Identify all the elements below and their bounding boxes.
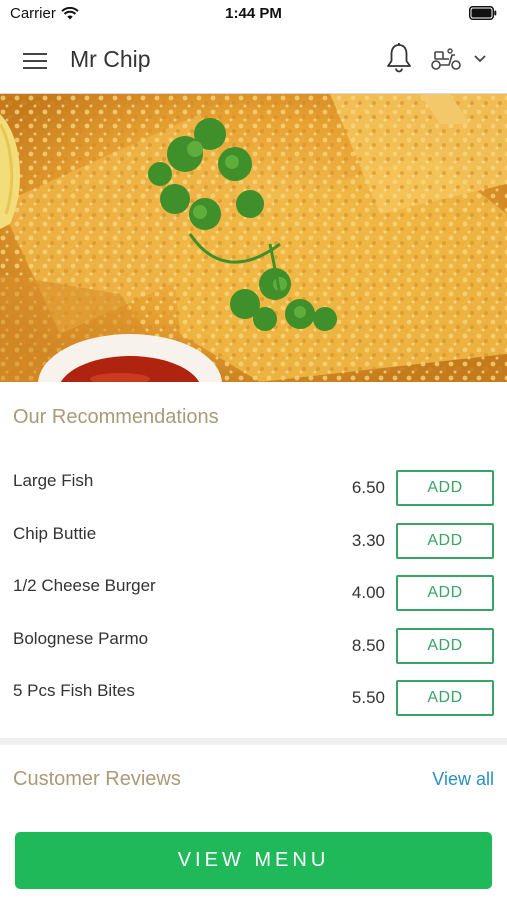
item-name: Large Fish — [13, 471, 94, 490]
item-price: 8.50 — [351, 635, 385, 655]
item-price: 3.30 — [351, 530, 385, 550]
battery-icon — [469, 6, 497, 25]
scooter-icon[interactable] — [430, 47, 462, 71]
item-price: 4.00 — [351, 583, 385, 602]
recommendations-list: Large Fish 6.50 ADD Chip Buttie 3.30 ADD… — [0, 462, 507, 725]
view-menu-button[interactable]: VIEW MENU — [15, 832, 492, 889]
list-item: Chip Buttie 3.30 ADD — [0, 515, 507, 568]
item-price: 6.50 — [351, 478, 385, 497]
reviews-title: Customer Reviews — [13, 768, 181, 790]
list-item: Bolognese Parmo 8.50 ADD — [0, 620, 507, 673]
menu-icon[interactable] — [22, 48, 48, 74]
hero-image — [0, 94, 507, 382]
item-name: 1/2 Cheese Burger — [13, 576, 156, 595]
bell-icon[interactable] — [385, 42, 413, 74]
list-item: Large Fish 6.50 ADD — [0, 462, 507, 515]
list-item: 5 Pcs Fish Bites 5.50 ADD — [0, 672, 507, 725]
status-time: 1:44 PM — [225, 5, 282, 22]
status-bar: Carrier 1:44 PM — [0, 0, 507, 28]
view-all-link[interactable]: View all — [432, 769, 494, 790]
add-button[interactable]: ADD — [396, 575, 494, 611]
item-name: 5 Pcs Fish Bites — [13, 681, 135, 700]
section-divider — [0, 738, 507, 745]
chevron-down-icon[interactable] — [472, 53, 488, 65]
page-title: Mr Chip — [70, 46, 151, 72]
add-button[interactable]: ADD — [396, 627, 494, 664]
list-item: 1/2 Cheese Burger 4.00 ADD — [0, 567, 507, 620]
add-button[interactable]: ADD — [396, 522, 494, 559]
item-name: Bolognese Parmo — [13, 628, 149, 648]
add-button[interactable]: ADD — [396, 470, 494, 506]
item-name: Chip Buttie — [13, 523, 97, 543]
item-price: 5.50 — [351, 688, 385, 707]
add-button[interactable]: ADD — [396, 680, 494, 716]
recommendations-title: Our Recommendations — [13, 406, 219, 428]
app-header: Mr Chip — [0, 28, 507, 94]
